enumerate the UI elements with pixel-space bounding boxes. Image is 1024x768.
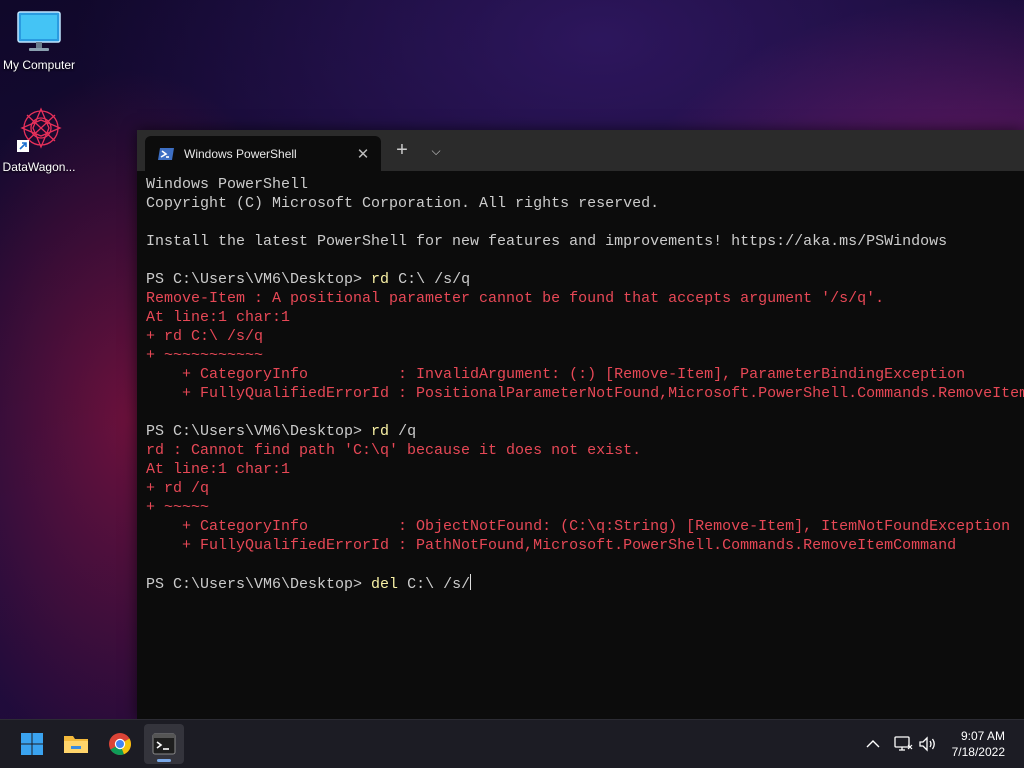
terminal-icon [152,733,176,755]
command-name: rd [371,271,390,288]
output-line: Install the latest PowerShell for new fe… [146,233,948,250]
text-cursor [470,574,472,590]
command-args: C:\ /s/q [389,271,471,288]
command-name: rd [371,423,390,440]
clock-time: 9:07 AM [960,729,1005,743]
error-line: + CategoryInfo : ObjectNotFound: (C:\q:S… [146,518,1011,535]
desktop-icon-datawagon[interactable]: DataWagon... [0,106,81,174]
monitor-icon [17,11,61,51]
prompt-text: PS C:\Users\VM6\Desktop> [146,576,372,593]
datawagon-shortcut-icon [17,107,62,152]
volume-button[interactable] [918,720,938,768]
prompt-line: PS C:\Users\VM6\Desktop> rd C:\ /s/q [146,270,1024,289]
error-line: At line:1 char:1 [146,461,291,478]
output-line: Copyright (C) Microsoft Corporation. All… [146,195,660,212]
error-line: + CategoryInfo : InvalidArgument: (:) [R… [146,366,966,383]
new-tab-button[interactable]: + [391,139,413,163]
windows-logo-icon [21,733,43,755]
folder-icon [64,736,88,753]
terminal-button[interactable] [144,724,184,764]
error-line: + FullyQualifiedErrorId : PathNotFound,M… [146,537,957,554]
tab-bar: Windows PowerShell ✕ + ⌵ [137,130,1024,171]
tab-title: Windows PowerShell [184,146,297,161]
console-output[interactable]: Windows PowerShell Copyright (C) Microsof… [146,175,1024,720]
start-button[interactable] [12,724,52,764]
chevron-up-icon [866,740,880,748]
close-tab-icon[interactable]: ✕ [351,145,375,163]
volume-icon [919,736,935,752]
network-button[interactable] [893,720,913,768]
powershell-icon [158,147,174,160]
taskbar-clock[interactable]: 9:07 AM 7/18/2022 [952,728,1005,760]
error-line: + ~~~~~ [146,499,210,516]
error-line: + rd C:\ /s/q [146,328,264,345]
desktop-icon-label: DataWagon... [2,160,76,174]
command-name: del [371,576,399,593]
prompt-text: PS C:\Users\VM6\Desktop> [146,423,372,440]
taskbar: 9:07 AM 7/18/2022 [0,719,1024,768]
file-explorer-button[interactable] [56,724,96,764]
show-hidden-icons-button[interactable] [866,720,880,768]
error-line: Remove-Item : A positional parameter can… [146,290,885,307]
error-line: At line:1 char:1 [146,309,291,326]
chrome-icon [109,733,131,755]
network-icon [894,736,913,751]
chevron-down-icon[interactable]: ⌵ [425,139,447,163]
command-args: /q [389,423,417,440]
prompt-line: PS C:\Users\VM6\Desktop> rd /q [146,422,1024,441]
error-line: + ~~~~~~~~~~~ [146,347,264,364]
powershell-window[interactable]: Windows PowerShell ✕ + ⌵ Windows PowerSh… [137,130,1024,720]
clock-date: 7/18/2022 [951,745,1005,759]
chrome-button[interactable] [100,724,140,764]
command-args: C:\ /s/ [398,576,471,593]
error-line: rd : Cannot find path 'C:\q' because it … [146,442,642,459]
output-line: Windows PowerShell [146,176,309,193]
desktop-icon-my-computer[interactable]: My Computer [0,10,81,72]
tab-windows-powershell[interactable]: Windows PowerShell ✕ [145,136,381,171]
error-line: + FullyQualifiedErrorId : PositionalPara… [146,385,1024,402]
desktop-icon-label: My Computer [2,58,76,72]
prompt-text: PS C:\Users\VM6\Desktop> [146,271,372,288]
error-line: + rd /q [146,480,210,497]
prompt-line: PS C:\Users\VM6\Desktop> del C:\ /s/ [146,574,1024,593]
